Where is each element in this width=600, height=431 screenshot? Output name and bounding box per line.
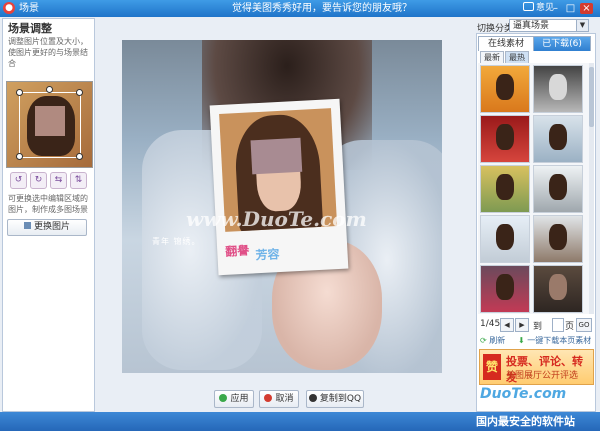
change-image-note: 可更换选中编辑区域的图片，制作成多图场景 [8, 194, 88, 214]
qq-icon [308, 394, 317, 402]
change-image-button[interactable]: 更换图片 [7, 219, 87, 236]
scene-adjust-description: 调整图片位置及大小，使图片更好的与场景结合 [8, 37, 88, 68]
material-thumbnail[interactable] [533, 115, 583, 163]
promo-line-2: 美图展厅公开评选 [506, 371, 579, 381]
thumbnail-figure [549, 224, 567, 250]
rotate-left-icon[interactable]: ↺ [10, 172, 27, 189]
material-thumbnail[interactable] [480, 215, 530, 263]
maximize-button[interactable]: □ [564, 3, 577, 14]
check-icon [219, 394, 228, 402]
resize-handle[interactable] [76, 89, 83, 96]
cancel-icon [264, 394, 273, 402]
download-page-label: 一键下载本页素材 [527, 336, 592, 345]
watermark-duote-right: DuoTe.com [480, 386, 567, 402]
rotate-right-icon[interactable]: ↻ [30, 172, 47, 189]
material-thumbnail[interactable] [533, 65, 583, 113]
scrollbar-thumb[interactable] [589, 67, 594, 127]
close-button[interactable]: × [580, 3, 593, 14]
rotate-handle[interactable] [46, 86, 53, 93]
thumbnail-figure [496, 124, 514, 150]
selection-box[interactable] [19, 92, 81, 158]
next-page-button[interactable]: ▶ [515, 318, 529, 332]
share-promo-link[interactable]: 觉得美图秀秀好用，要告诉您的朋友哦？ [232, 2, 412, 15]
apply-button[interactable]: 应用 [214, 390, 254, 408]
promo-banner[interactable]: 赞 投票、评论、转发 美图展厅公开评选 [479, 349, 594, 385]
thumbnail-figure [549, 274, 567, 300]
refresh-link[interactable]: ⟳ 刷新 [480, 335, 505, 346]
cancel-button[interactable]: 取消 [259, 390, 299, 408]
material-thumbnail[interactable] [480, 115, 530, 163]
thumbnail-figure [549, 124, 567, 150]
material-thumbnail[interactable] [533, 165, 583, 213]
image-icon [23, 222, 31, 229]
refresh-label: 刷新 [489, 336, 506, 345]
page-number-input[interactable] [552, 318, 564, 332]
face-mosaic [250, 137, 303, 175]
download-page-link[interactable]: ⬇ 一键下载本页素材 [518, 335, 591, 346]
material-thumbnail[interactable] [480, 165, 530, 213]
tab-online-material[interactable]: 在线素材 [478, 36, 534, 51]
resize-handle[interactable] [76, 153, 83, 160]
go-button[interactable]: GO [576, 318, 592, 332]
prev-page-button[interactable]: ◀ [500, 318, 514, 332]
thumbnail-figure [496, 174, 514, 200]
material-scrollbar[interactable] [589, 63, 594, 314]
window-title: 场景 [19, 3, 39, 14]
thumbnail-figure [496, 224, 514, 250]
thumbnail-figure [496, 274, 514, 300]
scene-canvas[interactable]: 翻譽 芳容 青年 锦绣。 www.DuoTe.com [122, 40, 442, 373]
page-indicator: 1/45 [480, 319, 501, 329]
tab-downloaded[interactable]: 已下载(6) [533, 36, 591, 51]
position-preview[interactable] [6, 81, 93, 168]
resize-handle[interactable] [16, 153, 23, 160]
minimize-button[interactable]: – [549, 3, 562, 14]
polaroid-caption-2: 芳容 [255, 247, 280, 263]
watermark-duote: www.DuoTe.com [186, 207, 367, 231]
category-value: 逼真场景 [513, 21, 550, 31]
refresh-icon: ⟳ [480, 336, 487, 345]
page-unit-label: 页 [565, 322, 575, 332]
copy-to-qq-label: 复制到QQ [319, 394, 362, 404]
material-thumbnail[interactable] [533, 265, 583, 313]
thumbnail-figure [549, 74, 567, 100]
thumbnail-figure [549, 174, 567, 200]
scene-adjust-title: 场景调整 [8, 22, 52, 35]
download-icon: ⬇ [518, 336, 525, 345]
material-thumbnail[interactable] [533, 215, 583, 263]
apply-label: 应用 [230, 394, 249, 404]
resize-handle[interactable] [16, 89, 23, 96]
left-panel [2, 18, 95, 412]
thumbnail-figure [496, 74, 514, 100]
promo-badge: 赞 [483, 354, 501, 380]
goto-label: 到 [533, 322, 543, 332]
cancel-label: 取消 [275, 394, 294, 404]
watermark-site-slogan: 国内最安全的软件站 [476, 415, 575, 428]
polaroid-frame[interactable]: 翻譽 芳容 [209, 98, 349, 276]
polaroid-caption-1: 翻譽 [224, 243, 250, 259]
chat-icon [523, 2, 534, 11]
material-thumbnail[interactable] [480, 265, 530, 313]
flip-vertical-icon[interactable]: ⇅ [70, 172, 87, 189]
category-select[interactable]: 逼真场景 ▼ [509, 19, 589, 32]
material-thumbnail[interactable] [480, 65, 530, 113]
app-logo-icon: ● [3, 2, 15, 14]
copy-to-qq-button[interactable]: 复制到QQ [306, 390, 364, 408]
flip-horizontal-icon[interactable]: ⇆ [50, 172, 67, 189]
material-grid [478, 63, 591, 314]
chevron-down-icon: ▼ [576, 20, 588, 31]
canvas-caption: 青年 锦绣。 [152, 237, 201, 246]
change-image-label: 更换图片 [33, 222, 70, 232]
